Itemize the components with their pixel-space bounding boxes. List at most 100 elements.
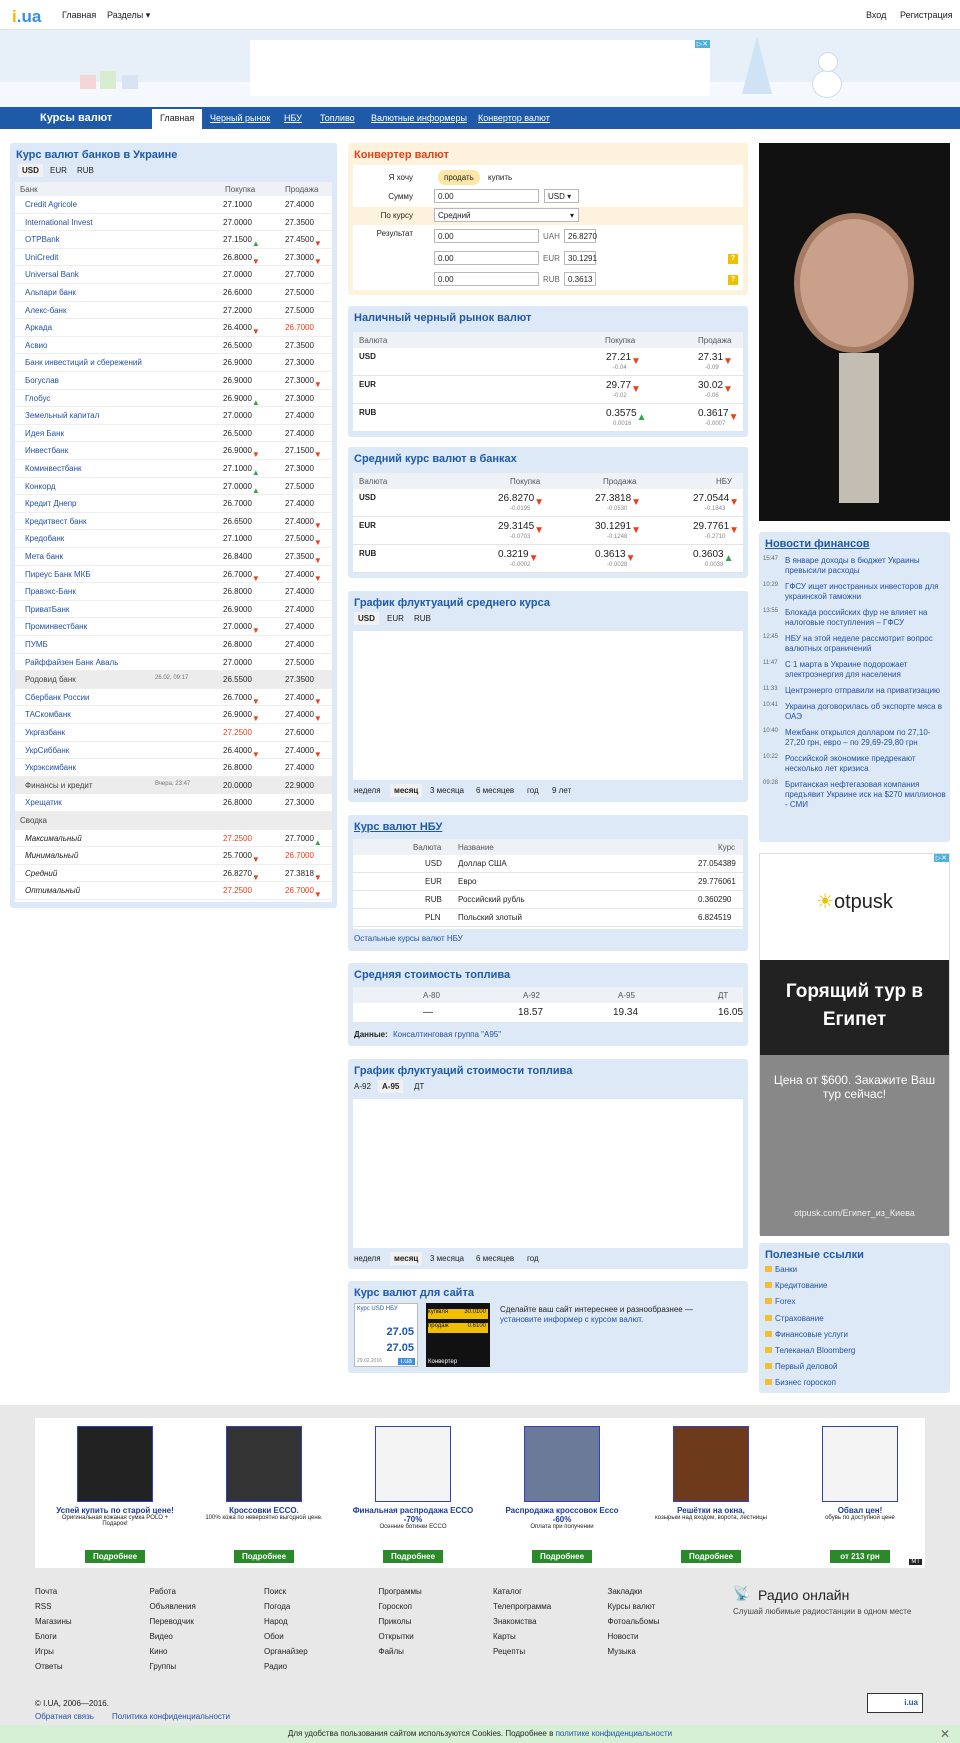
bank-name[interactable]: Богуслав <box>25 376 59 385</box>
footer-link[interactable]: Блоги <box>35 1632 57 1641</box>
footer-link[interactable]: RSS <box>35 1602 51 1611</box>
promo-item[interactable]: Финальная распродажа ECCO -70% Осенние б… <box>348 1426 478 1571</box>
promo-item[interactable]: Решётки на окна, козырьки над входом, во… <box>646 1426 776 1571</box>
footer-link[interactable]: Работа <box>150 1587 176 1596</box>
news-link[interactable]: Блокада российских фур не влияет на нало… <box>785 608 947 628</box>
result-rub-rate[interactable]: 0.3613 <box>564 272 596 286</box>
bank-row[interactable]: Идея Банк 26.5000 27.4000 <box>15 425 332 443</box>
bank-row[interactable]: Хрещатик 26.8000 27.3000 <box>15 794 332 812</box>
bank-row[interactable]: Проминвестбанк 27.0000 ▼ 27.4000 <box>15 618 332 636</box>
footer-link[interactable]: Каталог <box>493 1587 522 1596</box>
bank-row[interactable]: OTPBank 27.1500 ▲ 27.4500 ▼ <box>15 231 332 249</box>
period-month[interactable]: месяц <box>390 784 423 797</box>
bank-name[interactable]: Укрэксимбанк <box>25 763 76 772</box>
tab-main[interactable]: Главная <box>152 109 203 129</box>
bank-row[interactable]: ПриватБанк 26.9000 27.4000 <box>15 601 332 619</box>
bank-name[interactable]: Алекс-банк <box>25 306 66 315</box>
period-week[interactable]: неделя <box>350 1252 385 1265</box>
footer-link[interactable]: Радио <box>264 1662 287 1671</box>
counter-badge[interactable]: i.ua <box>867 1693 923 1713</box>
bank-row[interactable]: Credit Agricole 27.1000 27.4000 <box>15 196 332 214</box>
help-icon[interactable]: ? <box>728 275 738 285</box>
news-link[interactable]: Британская нефтегазовая компания предъяв… <box>785 780 947 810</box>
bank-row[interactable]: Финансы и кредит Вчера, 23:47 20.0000 22… <box>15 776 332 795</box>
bank-name[interactable]: ПриватБанк <box>25 605 69 614</box>
promo-item[interactable]: Успей купить по старой цене! Оригинальна… <box>50 1426 180 1571</box>
news-link[interactable]: Украина договорилась об экспорте мяса в … <box>785 702 947 722</box>
footer-link[interactable]: Карты <box>493 1632 516 1641</box>
bank-name[interactable]: Укргазбанк <box>25 728 65 737</box>
help-icon[interactable]: ? <box>728 254 738 264</box>
bank-row[interactable]: Кредобанк 27.1000 27.5000 ▼ <box>15 530 332 548</box>
bank-row[interactable]: ТАСкомбанк 26.9000 ▼ 27.4000 ▼ <box>15 706 332 724</box>
promo-button[interactable]: Подробнее <box>85 1550 145 1563</box>
promo-image[interactable] <box>77 1426 153 1502</box>
currency-tab-eur[interactable]: EUR <box>46 164 71 177</box>
fuel-tab-a95[interactable]: А-95 <box>378 1080 404 1093</box>
bank-row[interactable]: Правэкс-Банк 26.8000 27.4000 <box>15 583 332 601</box>
currency-tab-rub[interactable]: RUB <box>73 164 98 177</box>
period-6m[interactable]: 6 месяцев <box>472 1252 518 1265</box>
useful-link-label[interactable]: Бизнес гороскоп <box>775 1378 836 1387</box>
period-year[interactable]: год <box>523 1252 543 1265</box>
informer-preview-nbu[interactable]: Курс USD НБУ 27.05 27.05 29.02.2016 i.ua <box>354 1303 418 1367</box>
bank-name[interactable]: Асвио <box>25 341 48 350</box>
footer-link[interactable]: Почта <box>35 1587 57 1596</box>
bank-row[interactable]: Аркада 26.4000 ▼ 26.7000 <box>15 319 332 337</box>
news-link[interactable]: НБУ на этой неделе рассмотрит вопрос вал… <box>785 634 947 654</box>
news-link[interactable]: С 1 марта в Украине подорожает электроэн… <box>785 660 947 680</box>
tab-nbu[interactable]: НБУ <box>284 113 302 123</box>
period-9y[interactable]: 9 лет <box>548 784 575 797</box>
useful-link[interactable]: Телеканал Bloomberg <box>765 1346 855 1355</box>
rate-select[interactable]: Средний ▾ <box>434 208 579 222</box>
promo-button[interactable]: Подробнее <box>532 1550 592 1563</box>
bank-name[interactable]: Пиреус Банк МКБ <box>25 570 91 579</box>
bank-name[interactable]: Идея Банк <box>25 429 64 438</box>
buy-option[interactable]: купить <box>488 173 512 182</box>
sell-option[interactable]: продать <box>438 170 480 185</box>
bank-row[interactable]: Мета банк 26.8400 27.3500 ▼ <box>15 548 332 566</box>
bank-row[interactable]: UniCredit 26.8000 ▼ 27.3000 ▼ <box>15 249 332 267</box>
footer-link[interactable]: Группы <box>150 1662 177 1671</box>
bank-name[interactable]: Инвестбанк <box>25 446 68 455</box>
bank-row[interactable]: Коминвестбанк 27.1000 ▲ 27.3000 <box>15 460 332 478</box>
site-logo[interactable]: i.ua <box>12 7 41 27</box>
news-link[interactable]: Российской экономике предрекают нескольк… <box>785 754 947 774</box>
bank-name[interactable]: Мета банк <box>25 552 63 561</box>
nbu-title[interactable]: Курс валют НБУ <box>354 821 442 833</box>
promo-title[interactable]: Финальная распродажа ECCO -70% <box>348 1506 478 1524</box>
bank-name[interactable]: Альпари банк <box>25 288 76 297</box>
promo-title[interactable]: Обвал цен! <box>795 1506 925 1515</box>
bank-row[interactable]: Земельный капитал 27.0000 27.4000 <box>15 407 332 425</box>
informer-link[interactable]: установите информер с курсом валют. <box>500 1315 643 1324</box>
tab-fuel[interactable]: Топливо <box>320 113 355 123</box>
footer-link[interactable]: Кино <box>150 1647 168 1656</box>
promo-title[interactable]: Успей купить по старой цене! <box>50 1506 180 1515</box>
fuel-tab-dt[interactable]: ДТ <box>410 1080 428 1093</box>
bank-name[interactable]: Сбербанк России <box>25 693 90 702</box>
bank-name[interactable]: Universal Bank <box>25 270 79 279</box>
footer-link[interactable]: Переводчик <box>150 1617 194 1626</box>
period-year[interactable]: год <box>523 784 543 797</box>
watch-ad-image[interactable] <box>759 143 950 521</box>
footer-link[interactable]: Телепрограмма <box>493 1602 551 1611</box>
footer-link[interactable]: Новости <box>608 1632 639 1641</box>
period-month[interactable]: месяц <box>390 1252 423 1265</box>
footer-link[interactable]: Погода <box>264 1602 290 1611</box>
promo-button[interactable]: Подробнее <box>234 1550 294 1563</box>
bank-row[interactable]: Родовид банк 26.02, 09:17 26.5500 27.350… <box>15 671 332 689</box>
bank-name[interactable]: Правэкс-Банк <box>25 587 76 596</box>
footer-link[interactable]: Фотоальбомы <box>608 1617 660 1626</box>
promo-button[interactable]: Подробнее <box>681 1550 741 1563</box>
register-link[interactable]: Регистрация <box>900 10 953 20</box>
flux-tab-eur[interactable]: EUR <box>383 612 408 625</box>
top-ad-slot[interactable]: ▷✕ <box>250 40 710 96</box>
tab-informers[interactable]: Валютные информеры <box>371 113 467 123</box>
news-link[interactable]: ГФСУ ищет иностранных инвесторов для укр… <box>785 582 947 602</box>
bank-name[interactable]: Глобус <box>25 394 50 403</box>
main-link[interactable]: Главная <box>62 10 96 20</box>
fuel-tab-a92[interactable]: А-92 <box>350 1080 375 1093</box>
bank-name[interactable]: Финансы и кредит <box>25 781 93 790</box>
bank-name[interactable]: ТАСкомбанк <box>25 710 71 719</box>
news-link[interactable]: Межбанк открылся долларом по 27,10-27,20… <box>785 728 947 748</box>
